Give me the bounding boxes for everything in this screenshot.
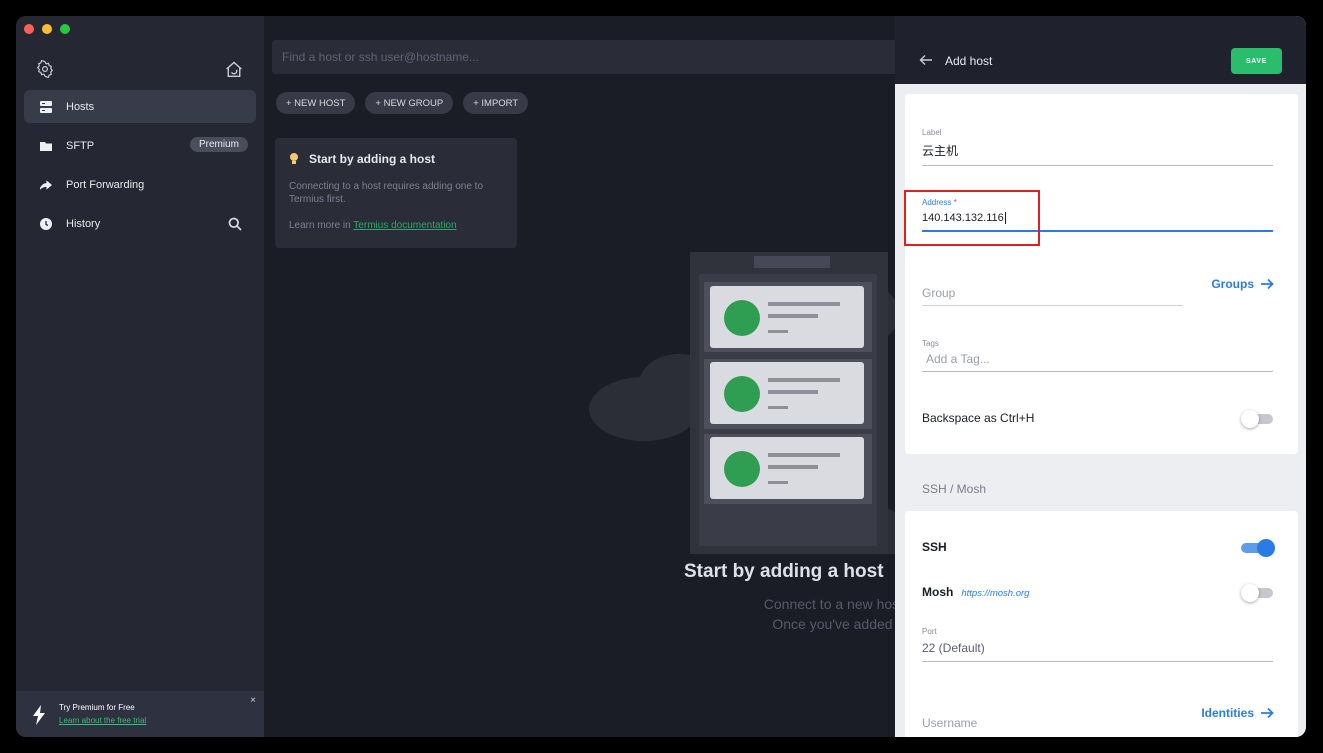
general-card: Label 云主机 Address * 140.143.132.116 Grou…	[905, 94, 1298, 454]
app-window: Hosts SFTP Premium Port Forwarding Histo…	[16, 16, 1306, 737]
panel-header: Add host SAVE	[895, 16, 1306, 84]
group-field[interactable]: Group	[922, 286, 1183, 306]
identities-button[interactable]: Identities	[1201, 706, 1274, 720]
maximize-window-button[interactable]	[60, 24, 70, 34]
ssh-label: SSH	[922, 540, 947, 554]
hosts-icon	[40, 100, 52, 113]
port-field-label: Port	[922, 627, 937, 636]
add-host-panel: Add host SAVE Label 云主机 Address * 140.14…	[895, 16, 1306, 737]
save-button[interactable]: SAVE	[1231, 48, 1282, 74]
tip-title: Start by adding a host	[309, 152, 436, 166]
back-arrow-icon[interactable]	[919, 54, 933, 66]
getting-started-tip: Start by adding a host Connecting to a h…	[275, 138, 517, 248]
minimize-window-button[interactable]	[42, 24, 52, 34]
host-search-input[interactable]: Find a host or ssh user@hostname...	[272, 40, 912, 74]
server-rack-illustration	[589, 252, 904, 554]
lightbulb-icon	[290, 153, 298, 164]
panel-title: Add host	[945, 54, 993, 68]
label-field[interactable]: Label 云主机	[922, 128, 1273, 166]
home-icon[interactable]	[224, 60, 244, 78]
close-promo-button[interactable]: ×	[250, 695, 256, 706]
mosh-link[interactable]: https://mosh.org	[961, 588, 1029, 599]
empty-state-title: Start by adding a host	[684, 561, 884, 582]
backspace-toggle[interactable]	[1241, 410, 1273, 428]
ssh-mosh-section-title: SSH / Mosh	[922, 482, 987, 496]
tags-field-placeholder: Add a Tag...	[926, 352, 990, 366]
backspace-label: Backspace as Ctrl+H	[922, 411, 1035, 425]
label-field-label: Label	[922, 128, 942, 137]
window-controls	[24, 24, 70, 34]
hosts-toolbar: + NEW HOST + NEW GROUP + IMPORT	[276, 92, 529, 114]
port-field-value: 22 (Default)	[922, 641, 985, 655]
import-button[interactable]: + IMPORT	[463, 92, 529, 114]
username-field[interactable]: Username	[922, 716, 1183, 730]
sidebar-item-label: Hosts	[66, 100, 95, 113]
sidebar-item-port-forwarding[interactable]: Port Forwarding	[24, 168, 256, 201]
port-field[interactable]: Port 22 (Default)	[922, 627, 1273, 662]
gear-icon[interactable]	[36, 60, 54, 78]
sidebar-nav: Hosts SFTP Premium Port Forwarding Histo…	[24, 90, 256, 246]
tip-more: Learn more in Termius documentation	[289, 220, 503, 231]
lightning-icon	[33, 705, 45, 725]
label-field-value: 云主机	[922, 144, 959, 158]
sidebar-item-hosts[interactable]: Hosts	[24, 90, 256, 123]
premium-badge[interactable]: Premium	[189, 137, 248, 152]
tip-more-prefix: Learn more in	[289, 220, 354, 231]
ssh-card: SSH Mosh https://mosh.org Port 22 (Defaul…	[905, 511, 1298, 737]
promo-title: Try Premium for Free	[59, 703, 135, 712]
tip-body: Connecting to a host requires adding one…	[289, 181, 484, 205]
premium-promo: Try Premium for Free Learn about the fre…	[16, 691, 264, 737]
sidebar-item-label: History	[66, 217, 101, 230]
sidebar: Hosts SFTP Premium Port Forwarding Histo…	[16, 16, 264, 737]
groups-button[interactable]: Groups	[1211, 277, 1274, 291]
mosh-toggle[interactable]	[1241, 584, 1273, 602]
identities-button-label: Identities	[1201, 706, 1254, 720]
new-group-button[interactable]: + NEW GROUP	[365, 92, 454, 114]
ssh-toggle[interactable]	[1241, 539, 1275, 557]
mosh-row: Mosh https://mosh.org	[922, 585, 1029, 599]
termius-docs-link[interactable]: Termius documentation	[353, 220, 456, 231]
address-highlight-box	[904, 190, 1040, 246]
sidebar-item-sftp[interactable]: SFTP Premium	[24, 129, 256, 162]
tags-field[interactable]: Tags Add a Tag...	[922, 339, 1273, 372]
port-forwarding-icon	[40, 179, 52, 191]
sidebar-item-history[interactable]: History	[24, 207, 256, 240]
free-trial-link[interactable]: Learn about the free trial	[59, 716, 146, 725]
groups-button-label: Groups	[1211, 277, 1254, 291]
arrow-right-icon	[1261, 707, 1274, 719]
sidebar-item-label: SFTP	[66, 139, 95, 152]
username-field-placeholder: Username	[922, 716, 978, 730]
mosh-label: Mosh	[922, 585, 954, 599]
close-window-button[interactable]	[24, 24, 34, 34]
tags-field-label: Tags	[922, 339, 939, 348]
history-icon	[40, 217, 52, 230]
main-content: Find a host or ssh user@hostname... + NE…	[264, 16, 1019, 737]
new-host-button[interactable]: + NEW HOST	[276, 92, 356, 114]
search-icon[interactable]	[228, 217, 242, 231]
folder-icon	[40, 140, 52, 152]
group-field-placeholder: Group	[922, 286, 956, 300]
sidebar-item-label: Port Forwarding	[66, 178, 145, 191]
arrow-right-icon	[1261, 278, 1274, 290]
